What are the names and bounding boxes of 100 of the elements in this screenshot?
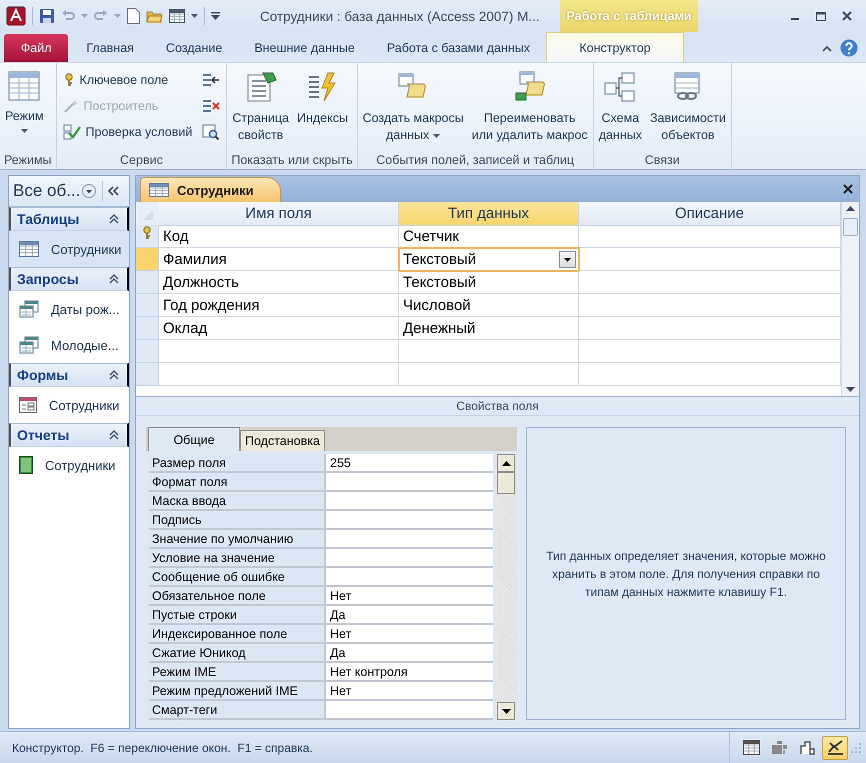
vertical-scrollbar[interactable] [841, 202, 859, 396]
table-cell: Текстовый [399, 271, 579, 294]
ribbon-tab[interactable]: Главная [70, 34, 150, 62]
property-value-field[interactable] [326, 511, 493, 530]
close-icon[interactable] [843, 184, 853, 194]
nav-group-header[interactable]: Формы [9, 363, 129, 387]
new-document-icon[interactable] [127, 8, 140, 24]
property-tab[interactable]: Подстановка [240, 430, 325, 451]
property-name: Формат поля [149, 473, 326, 492]
property-value-field[interactable] [326, 701, 493, 720]
property-value-field[interactable]: 255 [326, 454, 493, 473]
property-name: Маска ввода [149, 492, 326, 511]
ribbon-tab[interactable]: Конструктор [546, 32, 684, 62]
chevron-up-icon [109, 430, 119, 440]
data-type-dropdown[interactable]: Текстовый [398, 247, 580, 272]
ribbon-button[interactable]: Режим [3, 67, 46, 151]
scroll-up-icon [502, 460, 510, 466]
group-label: Показать или скрыть [231, 152, 353, 169]
column-header[interactable]: Описание [579, 202, 841, 226]
chevron-up-icon [109, 370, 119, 380]
ribbon-button[interactable]: Страница свойств [230, 67, 291, 151]
ribbon-button[interactable]: Схема данных [596, 67, 644, 151]
help-icon[interactable] [840, 39, 858, 57]
ribbon-button[interactable]: Ключевое поле [60, 69, 196, 91]
section-title: Свойства поля [136, 397, 859, 416]
ribbon-tab[interactable]: Внешние данные [238, 34, 371, 62]
form-view-icon [169, 9, 185, 23]
ribbon-tab[interactable]: Работа с базами данных [370, 34, 546, 62]
ribbon-button[interactable]: Создать макросы данных [360, 67, 466, 151]
key-icon [62, 73, 75, 87]
property-value-field[interactable]: Да [326, 606, 493, 625]
relationships-icon [604, 71, 636, 103]
ribbon-button[interactable]: Проверка условий [60, 121, 196, 143]
property-name: Условие на значение [149, 549, 326, 568]
magnifier-grid-icon [202, 124, 220, 140]
nav-item[interactable]: Сотрудники [9, 387, 129, 423]
property-value-field[interactable] [326, 530, 493, 549]
dropdown-arrow-icon [564, 258, 571, 262]
property-name: Сообщение об ошибке [149, 568, 326, 587]
property-value-field[interactable]: Нет [326, 587, 493, 606]
collapse-pane-icon[interactable] [107, 186, 122, 196]
scroll-thumb[interactable] [843, 218, 858, 236]
column-header[interactable]: Имя поля [159, 202, 399, 226]
ribbon-tab[interactable]: Создание [150, 34, 238, 62]
table-cell: Денежный [399, 317, 579, 340]
property-value-field[interactable] [326, 473, 493, 492]
nav-item[interactable]: Даты рож... [9, 291, 129, 327]
ribbon-button[interactable]: Индексы [295, 67, 350, 151]
ribbon-button[interactable]: Переименовать или удалить макрос [470, 67, 590, 151]
table-icon [149, 183, 169, 197]
app-logo-icon[interactable] [6, 6, 26, 26]
file-tab[interactable]: Файл [4, 34, 68, 62]
property-value-field[interactable]: Нет контроля [326, 663, 493, 682]
form-icon [19, 397, 37, 413]
column-header[interactable]: Тип данных [399, 202, 579, 226]
group-label: Сервис [120, 152, 163, 169]
document-tab[interactable]: Сотрудники [140, 177, 281, 202]
property-value-field[interactable]: Нет [326, 625, 493, 644]
table-grid-icon [8, 71, 40, 101]
customize-toolbar-icon[interactable] [211, 12, 220, 20]
table-cell: Код [159, 225, 399, 248]
nav-item[interactable]: Молодые... [9, 327, 129, 363]
status-text: Конструктор. F6 = переключение окон. F1 = справка. [12, 740, 313, 754]
row-selector[interactable] [136, 225, 159, 248]
datasheet-view-icon [742, 740, 760, 755]
table-cell: Числовой [399, 294, 579, 317]
undo-icon[interactable] [61, 9, 75, 23]
property-value-field[interactable]: Нет [326, 682, 493, 701]
view-button[interactable] [822, 736, 848, 760]
nav-item[interactable]: Сотрудники [9, 231, 129, 267]
property-value-field[interactable] [326, 492, 493, 511]
query-icon [19, 300, 39, 318]
macro-rename-icon [514, 71, 546, 103]
scroll-thumb[interactable] [497, 472, 515, 494]
property-name: Обязательное поле [149, 587, 326, 606]
property-name: Значение по умолчанию [149, 530, 326, 549]
window-title: Сотрудники : база данных (Access 2007) M... [259, 8, 541, 24]
context-tab-label: Работа с таблицами [560, 0, 698, 32]
redo-icon[interactable] [94, 9, 108, 23]
open-folder-icon[interactable] [146, 9, 163, 23]
property-sheet-icon [244, 71, 277, 103]
nav-group-header[interactable]: Отчеты [9, 423, 129, 447]
nav-group-header[interactable]: Таблицы [9, 207, 129, 231]
property-name: Пустые строки [149, 606, 326, 625]
property-tab[interactable]: Общие [148, 427, 240, 451]
property-value-field[interactable] [326, 549, 493, 568]
property-value-field[interactable]: Да [326, 644, 493, 663]
save-icon[interactable] [39, 8, 55, 24]
collapse-ribbon-icon[interactable] [822, 44, 832, 52]
nav-item[interactable]: Сотрудники [9, 447, 129, 483]
resize-grip-icon [850, 742, 862, 754]
design-view-icon [826, 740, 844, 755]
nav-group-header[interactable]: Запросы [9, 267, 129, 291]
property-value-field[interactable] [326, 568, 493, 587]
help-text: Тип данных определяет значения, которые можно хранить в этом поле. Для получения справки по типам данных нажмите клавишу F1. [545, 548, 827, 600]
ribbon-button[interactable]: Зависимости объектов [648, 67, 728, 151]
property-name: Индексированное поле [149, 625, 326, 644]
report-icon [19, 456, 33, 474]
insert-rows-icon [202, 73, 220, 87]
properties-scrollbar[interactable] [497, 454, 517, 720]
